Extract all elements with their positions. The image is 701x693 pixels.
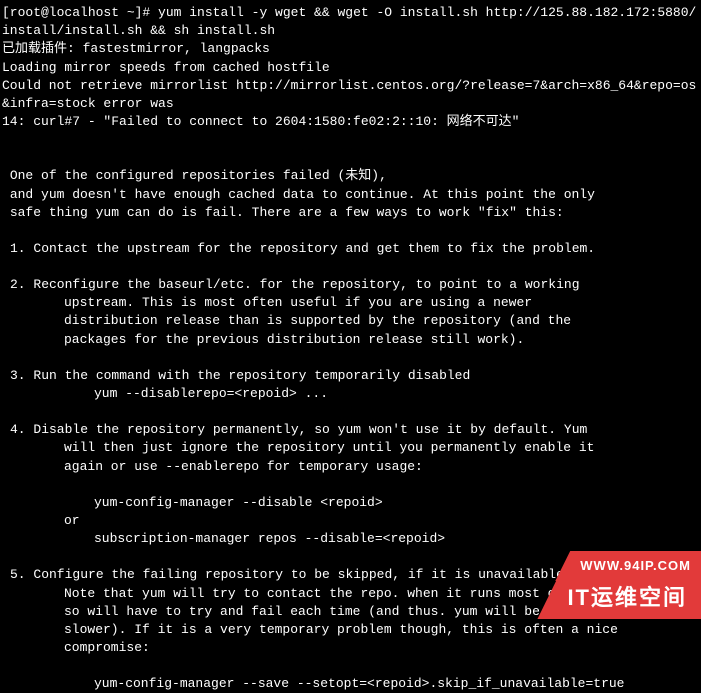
output-item-4-or: or <box>2 512 699 530</box>
output-item-3-cmd: yum --disablerepo=<repoid> ... <box>2 385 699 403</box>
output-item-2-l3: distribution release than is supported b… <box>2 312 699 330</box>
output-fail-msg-3: safe thing yum can do is fail. There are… <box>2 204 699 222</box>
blank-line <box>2 222 699 240</box>
output-item-2-l4: packages for the previous distribution r… <box>2 331 699 349</box>
blank-line <box>2 403 699 421</box>
blank-line <box>2 149 699 167</box>
output-item-1: 1. Contact the upstream for the reposito… <box>2 240 699 258</box>
blank-line <box>2 258 699 276</box>
output-item-2-l1: 2. Reconfigure the baseurl/etc. for the … <box>2 276 699 294</box>
output-item-4-l2: will then just ignore the repository unt… <box>2 439 699 457</box>
command-line: [root@localhost ~]# yum install -y wget … <box>2 4 699 40</box>
output-fail-msg-1: One of the configured repositories faile… <box>2 167 699 185</box>
blank-line <box>2 131 699 149</box>
output-fail-msg-2: and yum doesn't have enough cached data … <box>2 186 699 204</box>
shell-prompt: [root@localhost ~]# <box>2 5 158 20</box>
output-item-5-l4: slower). If it is a very temporary probl… <box>2 621 699 639</box>
output-item-5-cmd: yum-config-manager --save --setopt=<repo… <box>2 675 699 693</box>
output-item-4-l3: again or use --enablerepo for temporary … <box>2 458 699 476</box>
watermark-brand: IT运维空间 <box>537 578 701 619</box>
output-item-2-l2: upstream. This is most often useful if y… <box>2 294 699 312</box>
output-item-4-cmd2: subscription-manager repos --disable=<re… <box>2 530 699 548</box>
blank-line <box>2 476 699 494</box>
output-item-4-l1: 4. Disable the repository permanently, s… <box>2 421 699 439</box>
output-error-curl: 14: curl#7 - "Failed to connect to 2604:… <box>2 113 699 131</box>
output-item-4-cmd1: yum-config-manager --disable <repoid> <box>2 494 699 512</box>
output-loading: Loading mirror speeds from cached hostfi… <box>2 59 699 77</box>
output-item-3-l1: 3. Run the command with the repository t… <box>2 367 699 385</box>
output-plugins: 已加载插件: fastestmirror, langpacks <box>2 40 699 58</box>
watermark-logo: WWW.94IP.COM IT运维空间 <box>441 549 701 619</box>
blank-line <box>2 657 699 675</box>
blank-line <box>2 349 699 367</box>
output-item-5-l5: compromise: <box>2 639 699 657</box>
watermark-url: WWW.94IP.COM <box>555 551 701 581</box>
output-error-mirrorlist: Could not retrieve mirrorlist http://mir… <box>2 77 699 113</box>
